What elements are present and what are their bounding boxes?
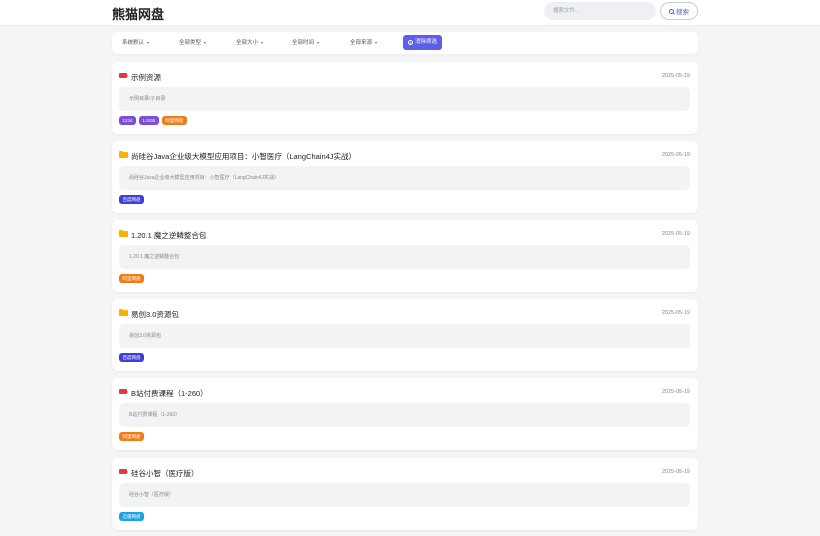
folder-icon: [119, 229, 128, 237]
top-bar: 熊猫网盘 搜索: [0, 0, 820, 26]
result-date: 2025-05-19: [661, 73, 690, 79]
clear-filters-button[interactable]: × 消除筛选: [403, 35, 443, 50]
result-date: 2025-05-19: [661, 389, 690, 395]
chevron-down-icon: [375, 41, 378, 44]
result-path: B站付费课程（1-260）: [119, 403, 690, 427]
source-badge: 迅雷网盘: [119, 512, 144, 521]
filter-sort-label: 系统默认: [122, 40, 145, 46]
result-tags: 迅雷网盘: [119, 512, 144, 521]
result-title[interactable]: 示例资源: [131, 72, 161, 83]
app-logo-title[interactable]: 熊猫网盘: [112, 4, 164, 23]
result-card[interactable]: 示例资源 2025-05-19 示例目录/子目录 1234 1.5GB 阿里网盘: [112, 62, 698, 134]
filter-type-label: 全部类型: [179, 40, 202, 46]
result-title[interactable]: 硅谷小智（医疗版）: [131, 468, 199, 479]
result-tags: 阿里网盘: [119, 432, 144, 441]
result-date: 2025-05-19: [661, 469, 690, 475]
result-date: 2025-05-19: [661, 231, 690, 237]
result-title[interactable]: 易创3.0资源包: [131, 309, 179, 320]
chevron-down-icon: [317, 41, 320, 44]
filter-source[interactable]: 全部来源: [344, 36, 383, 50]
video-icon: [119, 389, 128, 394]
search-icon: [669, 8, 674, 14]
chevron-down-icon: [147, 41, 150, 44]
search-input[interactable]: [544, 2, 656, 20]
result-tags: 百度网盘: [119, 353, 144, 362]
filter-time-label: 全部时间: [292, 40, 315, 46]
source-badge: 阿里网盘: [119, 432, 144, 441]
source-badge: 阿里网盘: [119, 274, 144, 283]
result-card[interactable]: B站付费课程（1-260） 2025-05-19 B站付费课程（1-260） 阿…: [112, 378, 698, 450]
source-badge: 百度网盘: [119, 353, 144, 362]
result-card[interactable]: 易创3.0资源包 2025-05-19 易创3.0资源包 百度网盘: [112, 299, 698, 371]
video-icon: [119, 73, 128, 78]
result-path: 易创3.0资源包: [119, 324, 690, 348]
result-path: 1.20.1 魔之逆鳞整合包: [119, 245, 690, 269]
chevron-down-icon: [261, 41, 264, 44]
filter-type[interactable]: 全部类型: [173, 36, 212, 50]
filter-time[interactable]: 全部时间: [286, 36, 325, 50]
filter-sort[interactable]: 系统默认: [116, 36, 155, 50]
result-date: 2025-05-19: [661, 310, 690, 316]
result-card[interactable]: 1.20.1 魔之逆鳞整合包 2025-05-19 1.20.1 魔之逆鳞整合包…: [112, 220, 698, 292]
result-card[interactable]: 硅谷小智（医疗版） 2025-05-19 硅谷小智（医疗版） 迅雷网盘: [112, 458, 698, 530]
video-icon: [119, 469, 128, 474]
result-tags: 阿里网盘: [119, 274, 144, 283]
filter-source-label: 全部来源: [350, 40, 373, 46]
result-path: 尚硅谷Java企业级大模型应用项目：小智医疗（LangChain4J实战）: [119, 166, 690, 190]
result-path: 硅谷小智（医疗版）: [119, 483, 690, 507]
result-title[interactable]: 1.20.1 魔之逆鳞整合包: [131, 230, 206, 241]
result-date: 2025-05-19: [661, 152, 690, 158]
result-title[interactable]: 尚硅谷Java企业级大模型应用项目：小智医疗（LangChain4J实战）: [131, 151, 356, 162]
filter-bar: 系统默认 全部类型 全部大小 全部时间 全部来源 × 消除筛选: [112, 32, 698, 54]
result-tags: 1234 1.5GB 阿里网盘: [119, 116, 187, 125]
result-path: 示例目录/子目录: [119, 87, 690, 111]
clear-filters-label: 消除筛选: [415, 39, 438, 45]
result-tags: 百度网盘: [119, 195, 144, 204]
folder-icon: [119, 150, 128, 158]
chevron-down-icon: [204, 41, 207, 44]
clear-icon: ×: [408, 40, 413, 45]
folder-icon: [119, 308, 128, 316]
search-button[interactable]: 搜索: [660, 2, 698, 20]
search-button-label: 搜索: [676, 9, 689, 16]
filter-size[interactable]: 全部大小: [230, 36, 269, 50]
result-card[interactable]: 尚硅谷Java企业级大模型应用项目：小智医疗（LangChain4J实战） 20…: [112, 141, 698, 213]
size-badge: 1.5GB: [139, 116, 159, 125]
count-badge: 1234: [119, 116, 137, 125]
result-title[interactable]: B站付费课程（1-260）: [131, 388, 208, 399]
source-badge: 百度网盘: [119, 195, 144, 204]
source-badge: 阿里网盘: [161, 116, 187, 125]
filter-size-label: 全部大小: [236, 40, 259, 46]
